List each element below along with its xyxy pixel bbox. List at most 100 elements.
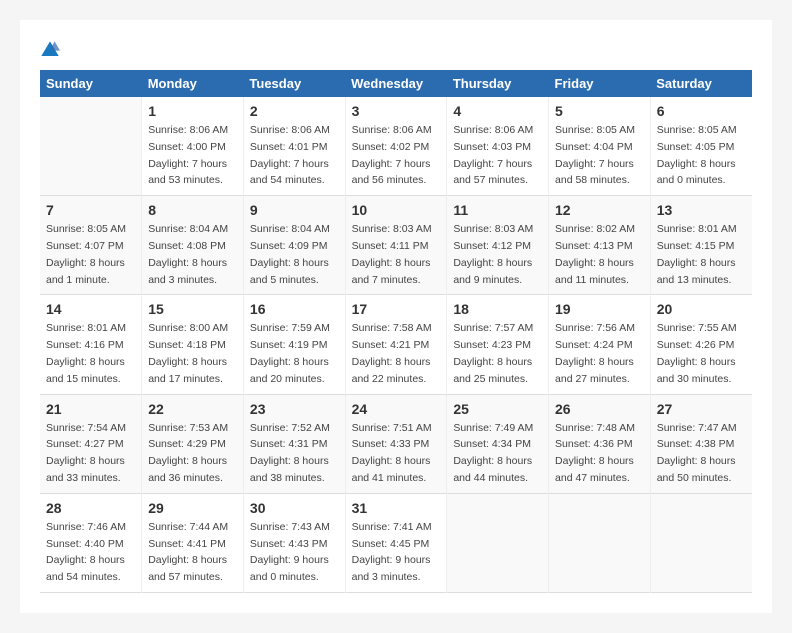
calendar-cell: 29 Sunrise: 7:44 AM Sunset: 4:41 PM Dayli… [142,493,244,592]
logo [40,40,64,60]
day-info: Sunrise: 8:06 AM Sunset: 4:01 PM Dayligh… [250,122,339,189]
day-number: 20 [657,301,746,317]
day-number: 27 [657,401,746,417]
calendar-cell: 19 Sunrise: 7:56 AM Sunset: 4:24 PM Dayli… [549,295,651,394]
day-number: 19 [555,301,644,317]
weekday-header: Monday [142,70,244,97]
day-info: Sunrise: 7:54 AM Sunset: 4:27 PM Dayligh… [46,420,135,487]
weekday-header: Tuesday [243,70,345,97]
calendar-week-row: 21 Sunrise: 7:54 AM Sunset: 4:27 PM Dayli… [40,394,752,493]
day-number: 4 [453,103,542,119]
day-info: Sunrise: 8:05 AM Sunset: 4:04 PM Dayligh… [555,122,644,189]
day-info: Sunrise: 8:03 AM Sunset: 4:11 PM Dayligh… [352,221,441,288]
calendar-cell: 13Sunrise: 8:01 AM Sunset: 4:15 PM Dayli… [650,196,752,295]
calendar-cell: 20 Sunrise: 7:55 AM Sunset: 4:26 PM Dayli… [650,295,752,394]
calendar-cell: 14Sunrise: 8:01 AM Sunset: 4:16 PM Dayli… [40,295,142,394]
calendar-cell: 12 Sunrise: 8:02 AM Sunset: 4:13 PM Dayli… [549,196,651,295]
day-number: 18 [453,301,542,317]
day-number: 28 [46,500,135,516]
calendar-cell: 28 Sunrise: 7:46 AM Sunset: 4:40 PM Dayli… [40,493,142,592]
calendar-week-row: 1 Sunrise: 8:06 AM Sunset: 4:00 PM Daylig… [40,97,752,196]
calendar-cell: 11 Sunrise: 8:03 AM Sunset: 4:12 PM Dayli… [447,196,549,295]
calendar-week-row: 7 Sunrise: 8:05 AM Sunset: 4:07 PM Daylig… [40,196,752,295]
calendar-cell: 21 Sunrise: 7:54 AM Sunset: 4:27 PM Dayli… [40,394,142,493]
day-number: 10 [352,202,441,218]
calendar-cell [40,97,142,196]
day-number: 21 [46,401,135,417]
weekday-header-row: SundayMondayTuesdayWednesdayThursdayFrid… [40,70,752,97]
day-number: 25 [453,401,542,417]
calendar-cell: 2 Sunrise: 8:06 AM Sunset: 4:01 PM Daylig… [243,97,345,196]
day-number: 3 [352,103,441,119]
day-number: 22 [148,401,237,417]
day-info: Sunrise: 8:06 AM Sunset: 4:02 PM Dayligh… [352,122,441,189]
calendar-cell [447,493,549,592]
day-info: Sunrise: 7:53 AM Sunset: 4:29 PM Dayligh… [148,420,237,487]
calendar-cell: 8 Sunrise: 8:04 AM Sunset: 4:08 PM Daylig… [142,196,244,295]
day-number: 9 [250,202,339,218]
day-number: 23 [250,401,339,417]
weekday-header: Sunday [40,70,142,97]
calendar-cell [549,493,651,592]
day-info: Sunrise: 7:41 AM Sunset: 4:45 PM Dayligh… [352,519,441,586]
day-info: Sunrise: 7:44 AM Sunset: 4:41 PM Dayligh… [148,519,237,586]
day-info: Sunrise: 7:48 AM Sunset: 4:36 PM Dayligh… [555,420,644,487]
day-info: Sunrise: 7:49 AM Sunset: 4:34 PM Dayligh… [453,420,542,487]
calendar-week-row: 14Sunrise: 8:01 AM Sunset: 4:16 PM Dayli… [40,295,752,394]
weekday-header: Saturday [650,70,752,97]
calendar-cell: 18 Sunrise: 7:57 AM Sunset: 4:23 PM Dayli… [447,295,549,394]
day-info: Sunrise: 7:58 AM Sunset: 4:21 PM Dayligh… [352,320,441,387]
day-info: Sunrise: 8:04 AM Sunset: 4:09 PM Dayligh… [250,221,339,288]
day-info: Sunrise: 8:05 AM Sunset: 4:07 PM Dayligh… [46,221,135,288]
calendar-cell: 15Sunrise: 8:00 AM Sunset: 4:18 PM Dayli… [142,295,244,394]
day-info: Sunrise: 7:46 AM Sunset: 4:40 PM Dayligh… [46,519,135,586]
day-number: 12 [555,202,644,218]
day-info: Sunrise: 7:51 AM Sunset: 4:33 PM Dayligh… [352,420,441,487]
calendar-cell: 30 Sunrise: 7:43 AM Sunset: 4:43 PM Dayli… [243,493,345,592]
weekday-header: Friday [549,70,651,97]
day-info: Sunrise: 8:01 AM Sunset: 4:16 PM Dayligh… [46,320,135,387]
calendar-cell: 1 Sunrise: 8:06 AM Sunset: 4:00 PM Daylig… [142,97,244,196]
calendar-cell: 24 Sunrise: 7:51 AM Sunset: 4:33 PM Dayli… [345,394,447,493]
calendar-cell: 27 Sunrise: 7:47 AM Sunset: 4:38 PM Dayli… [650,394,752,493]
day-info: Sunrise: 7:47 AM Sunset: 4:38 PM Dayligh… [657,420,746,487]
day-number: 17 [352,301,441,317]
calendar-cell: 23Sunrise: 7:52 AM Sunset: 4:31 PM Dayli… [243,394,345,493]
logo-icon [40,40,60,60]
day-info: Sunrise: 7:57 AM Sunset: 4:23 PM Dayligh… [453,320,542,387]
calendar-cell: 5 Sunrise: 8:05 AM Sunset: 4:04 PM Daylig… [549,97,651,196]
day-info: Sunrise: 7:56 AM Sunset: 4:24 PM Dayligh… [555,320,644,387]
calendar-cell: 16Sunrise: 7:59 AM Sunset: 4:19 PM Dayli… [243,295,345,394]
day-number: 8 [148,202,237,218]
day-info: Sunrise: 8:00 AM Sunset: 4:18 PM Dayligh… [148,320,237,387]
day-number: 24 [352,401,441,417]
calendar-cell: 22 Sunrise: 7:53 AM Sunset: 4:29 PM Dayli… [142,394,244,493]
calendar-cell [650,493,752,592]
day-info: Sunrise: 7:43 AM Sunset: 4:43 PM Dayligh… [250,519,339,586]
day-number: 30 [250,500,339,516]
day-number: 1 [148,103,237,119]
calendar-cell: 9 Sunrise: 8:04 AM Sunset: 4:09 PM Daylig… [243,196,345,295]
calendar-cell: 17 Sunrise: 7:58 AM Sunset: 4:21 PM Dayli… [345,295,447,394]
day-number: 29 [148,500,237,516]
weekday-header: Thursday [447,70,549,97]
day-info: Sunrise: 8:05 AM Sunset: 4:05 PM Dayligh… [657,122,746,189]
day-info: Sunrise: 8:06 AM Sunset: 4:03 PM Dayligh… [453,122,542,189]
day-info: Sunrise: 8:03 AM Sunset: 4:12 PM Dayligh… [453,221,542,288]
day-number: 5 [555,103,644,119]
day-info: Sunrise: 7:59 AM Sunset: 4:19 PM Dayligh… [250,320,339,387]
day-info: Sunrise: 8:06 AM Sunset: 4:00 PM Dayligh… [148,122,237,189]
day-number: 2 [250,103,339,119]
calendar-cell: 3 Sunrise: 8:06 AM Sunset: 4:02 PM Daylig… [345,97,447,196]
day-info: Sunrise: 8:02 AM Sunset: 4:13 PM Dayligh… [555,221,644,288]
day-info: Sunrise: 8:01 AM Sunset: 4:15 PM Dayligh… [657,221,746,288]
calendar-table: SundayMondayTuesdayWednesdayThursdayFrid… [40,70,752,593]
weekday-header: Wednesday [345,70,447,97]
day-number: 11 [453,202,542,218]
day-info: Sunrise: 8:04 AM Sunset: 4:08 PM Dayligh… [148,221,237,288]
calendar-cell: 31Sunrise: 7:41 AM Sunset: 4:45 PM Dayli… [345,493,447,592]
day-number: 7 [46,202,135,218]
day-info: Sunrise: 7:55 AM Sunset: 4:26 PM Dayligh… [657,320,746,387]
calendar-cell: 25 Sunrise: 7:49 AM Sunset: 4:34 PM Dayli… [447,394,549,493]
day-number: 6 [657,103,746,119]
